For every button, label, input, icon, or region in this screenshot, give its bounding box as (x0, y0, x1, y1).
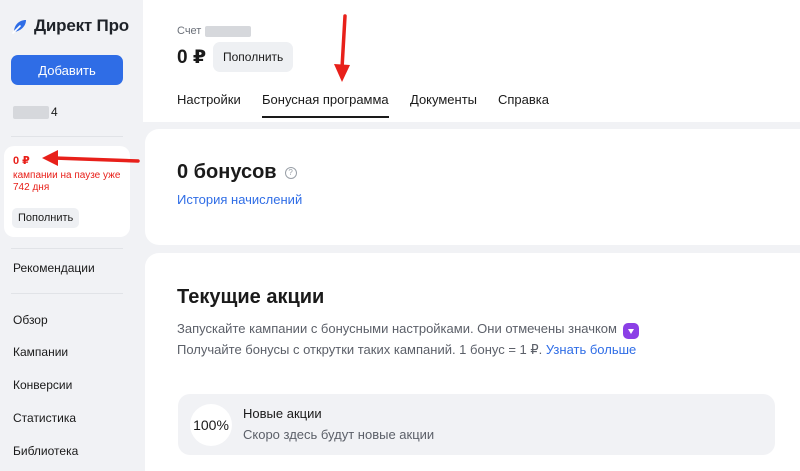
new-promotions-subtitle: Скоро здесь будут новые акции (243, 427, 435, 442)
question-circle-icon[interactable]: ? (284, 166, 297, 179)
sidebar: Директ Про Добавить 4 0 ₽ кампании на па… (0, 0, 143, 471)
new-promotions-title: Новые акции (243, 406, 322, 421)
progress-badge: 100% (190, 404, 232, 446)
account-header: Счет 0 ₽ Пополнить Настройки Бонусная пр… (143, 0, 800, 122)
nav-item-recommendations[interactable]: Рекомендации (13, 261, 95, 275)
nav-item-conversions[interactable]: Конверсии (13, 378, 72, 392)
tab-settings[interactable]: Настройки (177, 92, 241, 118)
divider (11, 293, 123, 294)
promotions-description: Запускайте кампании с бонусными настройк… (177, 318, 737, 360)
account-login[interactable]: 4 (13, 104, 58, 120)
account-label-text: Счет (177, 25, 202, 37)
brand-name: Директ Про (34, 16, 129, 35)
tab-documents[interactable]: Документы (410, 92, 477, 118)
new-promotions-box: 100% Новые акции Скоро здесь будут новые… (178, 394, 775, 455)
sidebar-topup-button[interactable]: Пополнить (12, 208, 80, 228)
logo[interactable]: Директ Про (11, 15, 129, 37)
bonus-title-text: 0 бонусов (177, 161, 277, 183)
login-redacted (13, 105, 49, 119)
account-amount: 0 ₽ (177, 47, 207, 68)
tab-bonus-program[interactable]: Бонусная программа (262, 92, 389, 118)
nav-item-statistics[interactable]: Статистика (13, 411, 76, 425)
nav-item-overview[interactable]: Обзор (13, 313, 48, 327)
add-button[interactable]: Добавить (11, 55, 123, 85)
bonus-badge-icon (622, 323, 639, 339)
direct-logo-icon (12, 20, 26, 34)
account-suffix: 4 (51, 105, 58, 119)
balance-card: 0 ₽ кампании на паузе уже 742 дня Пополн… (4, 146, 130, 237)
tab-help[interactable]: Справка (498, 92, 549, 118)
balance-amount: 0 ₽ (13, 155, 30, 167)
bonus-card: 0 бонусов ? История начислений (145, 129, 800, 245)
promotions-desc-line1: Запускайте кампании с бонусными настройк… (177, 321, 617, 336)
balance-status: кампании на паузе уже 742 дня (13, 170, 121, 193)
promotions-card: Текущие акции Запускайте кампании с бону… (145, 253, 800, 471)
divider (11, 136, 123, 137)
history-link[interactable]: История начислений (177, 192, 302, 207)
nav-item-library[interactable]: Библиотека (13, 444, 78, 458)
promotions-desc-line2: Получайте бонусы с открутки таких кампан… (177, 342, 543, 357)
promotions-title: Текущие акции (177, 286, 325, 308)
divider (11, 248, 123, 249)
account-label: Счет (177, 25, 252, 37)
account-number-redacted (205, 25, 252, 37)
learn-more-link[interactable]: Узнать больше (546, 342, 636, 357)
nav-item-campaigns[interactable]: Кампании (13, 345, 68, 359)
topup-button[interactable]: Пополнить (213, 42, 294, 72)
bonus-title: 0 бонусов ? (177, 161, 297, 184)
